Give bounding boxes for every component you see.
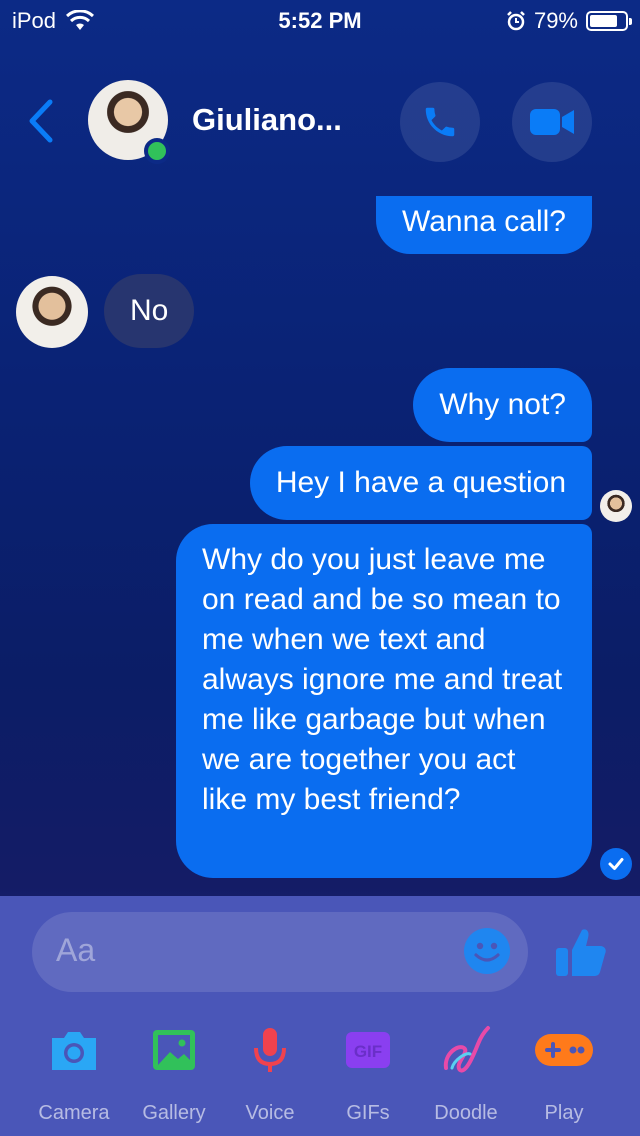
emoji-icon[interactable]: [464, 928, 510, 974]
tool-label: Gallery: [142, 1102, 206, 1124]
tool-label: GIFs: [346, 1102, 390, 1124]
video-call-button[interactable]: [512, 82, 592, 162]
battery-percent: 79%: [533, 8, 578, 33]
online-status-dot: [144, 138, 170, 164]
svg-text:GIF: GIF: [354, 1042, 382, 1061]
chat-header: Giuliano...: [0, 78, 640, 164]
play-button[interactable]: Play: [514, 1024, 614, 1125]
gifs-button[interactable]: GIF GIFs: [318, 1024, 418, 1125]
battery-icon: [586, 11, 632, 31]
back-chevron-icon[interactable]: [24, 98, 58, 144]
contact-name[interactable]: Giuliano...: [192, 102, 342, 138]
outgoing-message[interactable]: Wanna call?: [376, 196, 592, 254]
doodle-button[interactable]: Doodle: [416, 1024, 516, 1125]
seen-avatar: [600, 490, 632, 522]
gif-icon: GIF: [342, 1024, 394, 1076]
camera-button[interactable]: Camera: [24, 1024, 124, 1125]
status-bar: iPod 5:52 PM 79%: [0, 0, 640, 40]
delivered-check-icon: [600, 848, 632, 880]
audio-call-button[interactable]: [400, 82, 480, 162]
camera-icon: [48, 1024, 100, 1076]
status-right: 79%: [506, 8, 632, 34]
phone-icon: [425, 107, 455, 137]
message-input-placeholder: Aa: [56, 932, 96, 968]
gallery-icon: [148, 1024, 200, 1076]
tool-label: Camera: [38, 1102, 110, 1124]
outgoing-message[interactable]: Hey I have a question: [249, 446, 592, 520]
composer: Aa Camera Gallery Voice GIF GIFs Doodle …: [0, 896, 640, 1136]
tool-label: Doodle: [434, 1102, 498, 1124]
tool-label: Voice: [245, 1102, 295, 1124]
tool-label: Play: [544, 1102, 584, 1124]
game-controller-icon: [535, 1024, 593, 1076]
contact-avatar-small: [16, 276, 88, 348]
alarm-icon: [507, 11, 525, 31]
message-input[interactable]: Aa: [32, 912, 528, 992]
thumbs-up-icon[interactable]: [552, 924, 608, 980]
gallery-button[interactable]: Gallery: [124, 1024, 224, 1125]
message-list[interactable]: Wanna call? No Why not? Hey I have a que…: [0, 196, 640, 896]
voice-button[interactable]: Voice: [220, 1024, 320, 1125]
doodle-icon: [440, 1024, 492, 1076]
video-camera-icon: [530, 109, 574, 135]
composer-toolbar: Camera Gallery Voice GIF GIFs Doodle Pla…: [0, 1024, 640, 1124]
microphone-icon: [244, 1024, 296, 1076]
incoming-message[interactable]: No: [104, 274, 195, 348]
outgoing-message[interactable]: Why not?: [413, 368, 592, 442]
outgoing-message[interactable]: Why do you just leave me on read and be …: [176, 524, 592, 878]
